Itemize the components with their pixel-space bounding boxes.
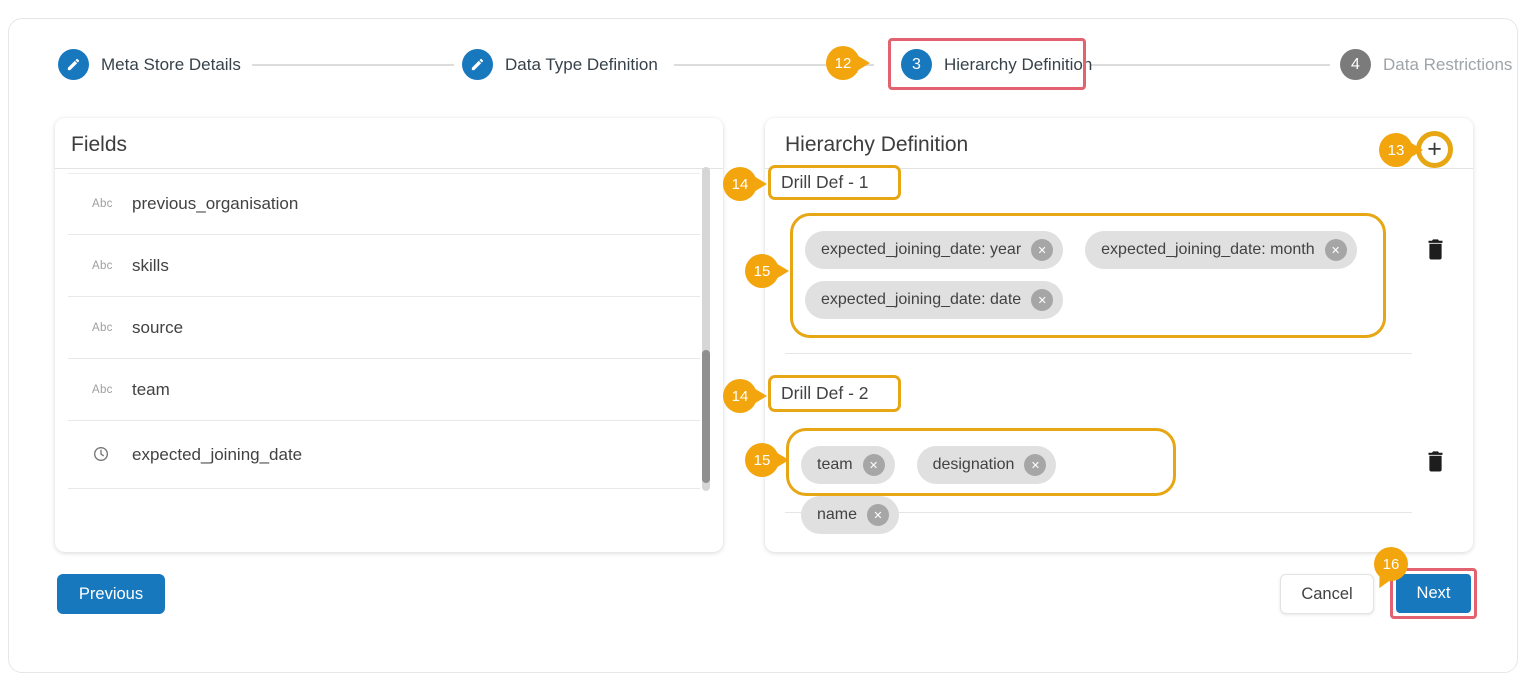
chip-remove-button[interactable]: ✕ <box>867 504 889 526</box>
fields-panel-title: Fields <box>71 133 127 157</box>
pencil-icon <box>462 49 493 80</box>
text-type-icon: Abc <box>92 260 113 272</box>
chip-remove-button[interactable]: ✕ <box>1325 239 1347 261</box>
field-name: expected_joining_date <box>132 445 302 465</box>
drill-def-2-fields: team ✕ designation ✕ name ✕ <box>786 428 1176 496</box>
fields-panel: Fields Abc previous_organisation Abc ski… <box>55 118 723 552</box>
field-name: skills <box>132 256 169 276</box>
step-connector <box>252 64 454 66</box>
drill-def-label: Drill Def - 2 <box>781 383 869 404</box>
chip-remove-button[interactable]: ✕ <box>1024 454 1046 476</box>
annotation-badge-15: 15 <box>745 254 779 288</box>
scrollbar-thumb[interactable] <box>702 350 710 483</box>
chip[interactable]: name ✕ <box>801 496 899 534</box>
field-name: team <box>132 380 170 400</box>
field-row[interactable]: expected_joining_date <box>55 421 703 489</box>
divider <box>785 353 1412 354</box>
step-connector <box>1090 64 1330 66</box>
text-type-icon: Abc <box>92 384 113 396</box>
annotation-badge-14: 14 <box>723 167 757 201</box>
step-data-restrictions[interactable]: 4 Data Restrictions <box>1340 49 1512 80</box>
chip[interactable]: expected_joining_date: month ✕ <box>1085 231 1357 269</box>
text-type-icon: Abc <box>92 322 113 334</box>
field-row[interactable]: Abc source <box>55 297 703 359</box>
chip[interactable]: expected_joining_date: date ✕ <box>805 281 1063 319</box>
annotation-badge-15b: 15 <box>745 443 779 477</box>
annotation-box-drill-def-2: Drill Def - 2 <box>768 375 901 412</box>
text-type-icon: Abc <box>92 198 113 210</box>
wizard-page: Meta Store Details Data Type Definition … <box>0 0 1526 681</box>
hierarchy-panel-title: Hierarchy Definition <box>785 133 968 157</box>
step-label: Data Type Definition <box>505 55 658 75</box>
annotation-badge-16: 16 <box>1374 547 1408 581</box>
step-label: Hierarchy Definition <box>944 55 1092 75</box>
previous-button[interactable]: Previous <box>57 574 165 614</box>
annotation-box-drill-def-1: Drill Def - 1 <box>768 165 901 200</box>
chip[interactable]: designation ✕ <box>917 446 1057 484</box>
field-row[interactable]: Abc previous_organisation <box>55 173 703 235</box>
chip-remove-button[interactable]: ✕ <box>863 454 885 476</box>
drill-def-label: Drill Def - 1 <box>781 172 869 193</box>
delete-drill-def-2-button[interactable] <box>1425 448 1446 479</box>
annotation-badge-12: 12 <box>826 46 860 80</box>
step-label: Data Restrictions <box>1383 55 1512 75</box>
hierarchy-panel: Hierarchy Definition + Drill Def - 1 exp… <box>765 118 1473 552</box>
plus-icon: + <box>1427 137 1442 162</box>
drill-def-1-fields: expected_joining_date: year ✕ expected_j… <box>790 213 1386 338</box>
next-button[interactable]: Next <box>1396 574 1471 613</box>
step-number-circle: 4 <box>1340 49 1371 80</box>
field-name: source <box>132 318 183 338</box>
annotation-badge-14b: 14 <box>723 379 757 413</box>
trash-icon <box>1425 461 1446 478</box>
field-row[interactable]: Abc skills <box>55 235 703 297</box>
step-number-circle: 3 <box>901 49 932 80</box>
divider <box>55 168 723 169</box>
trash-icon <box>1425 249 1446 266</box>
chip-remove-button[interactable]: ✕ <box>1031 239 1053 261</box>
chip[interactable]: team ✕ <box>801 446 895 484</box>
pencil-icon <box>58 49 89 80</box>
scrollbar[interactable] <box>702 167 710 491</box>
cancel-button[interactable]: Cancel <box>1280 574 1374 614</box>
delete-drill-def-1-button[interactable] <box>1425 236 1446 267</box>
chip-remove-button[interactable]: ✕ <box>1031 289 1053 311</box>
step-meta-store-details[interactable]: Meta Store Details <box>58 49 241 80</box>
clock-icon <box>93 446 109 465</box>
step-hierarchy-definition[interactable]: 3 Hierarchy Definition <box>901 49 1092 80</box>
step-label: Meta Store Details <box>101 55 241 75</box>
chip[interactable]: expected_joining_date: year ✕ <box>805 231 1063 269</box>
field-row[interactable]: Abc team <box>55 359 703 421</box>
step-data-type-definition[interactable]: Data Type Definition <box>462 49 658 80</box>
annotation-badge-13: 13 <box>1379 133 1413 167</box>
field-name: previous_organisation <box>132 194 298 214</box>
